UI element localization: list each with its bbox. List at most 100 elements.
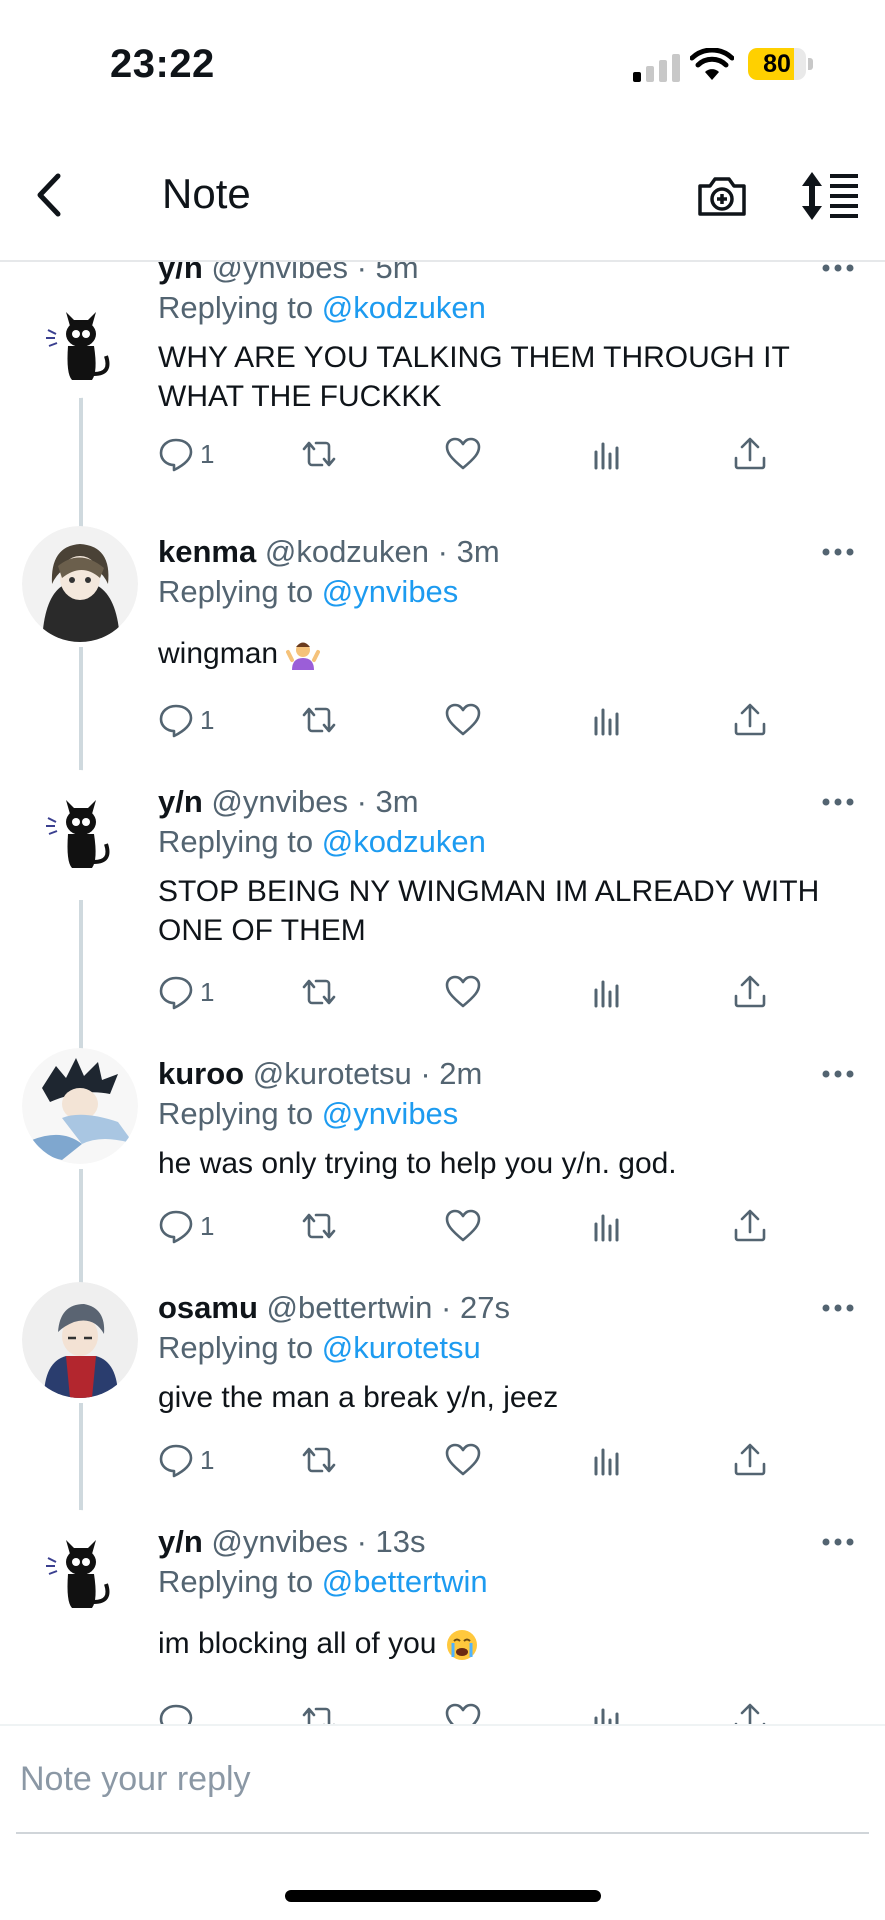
more-options-icon[interactable] [821, 1068, 855, 1080]
reply-icon [159, 438, 193, 472]
tweet[interactable]: osamu @bettertwin · 27s Replying to @kur… [0, 1268, 885, 1522]
tweet-text: wingman [158, 634, 858, 673]
views-button[interactable] [589, 1206, 625, 1246]
display-name[interactable]: kenma [158, 534, 256, 569]
retweet-button[interactable] [301, 1440, 337, 1480]
like-button[interactable] [445, 700, 481, 740]
share-icon [734, 975, 766, 1008]
retweet-button[interactable] [301, 972, 337, 1012]
bar-chart-icon [594, 1448, 619, 1476]
share-icon [734, 437, 766, 470]
retweet-button[interactable] [301, 1700, 337, 1724]
tweet[interactable]: y/n @ynvibes · 13s Replying to @bettertw… [0, 1502, 885, 1724]
more-options-icon[interactable] [821, 546, 855, 558]
tweet[interactable]: y/n @ynvibes · 3m Replying to @kodzuken … [0, 762, 885, 1054]
handle-time: @kurotetsu · 2m [252, 1056, 483, 1091]
handle-time: @ynvibes · 13s [211, 1524, 426, 1559]
views-button[interactable] [589, 700, 625, 740]
heart-icon [445, 437, 481, 470]
reply-button[interactable]: 1 [158, 700, 214, 740]
views-button[interactable] [589, 1700, 625, 1724]
share-button[interactable] [732, 700, 768, 740]
more-options-icon[interactable] [821, 262, 855, 274]
black-cat-avatar[interactable] [22, 1510, 138, 1626]
reply-to-link[interactable]: @bettertwin [322, 1564, 488, 1599]
more-options-icon[interactable] [821, 1536, 855, 1548]
tweet-text: STOP BEING NY WINGMAN IM ALREADY WITH ON… [158, 875, 820, 947]
home-indicator[interactable] [285, 1890, 601, 1902]
handle-time: @ynvibes · 3m [211, 784, 419, 819]
black-cat-avatar[interactable] [22, 282, 138, 398]
like-button[interactable] [445, 1700, 481, 1724]
share-button[interactable] [732, 1700, 768, 1724]
reply-count: 1 [200, 1444, 215, 1475]
share-button[interactable] [732, 434, 768, 474]
retweet-button[interactable] [301, 700, 337, 740]
tweet-text: im blocking all of you [158, 1624, 858, 1663]
like-button[interactable] [445, 972, 481, 1012]
tweet[interactable]: kenma @kodzuken · 3m Replying to @ynvibe… [0, 512, 885, 782]
tweet-actions: 1 [158, 1440, 798, 1480]
retweet-icon [302, 707, 336, 733]
tweet-actions [158, 1700, 798, 1724]
reply-input-placeholder[interactable]: Note your reply [20, 1760, 251, 1799]
black-cat-avatar[interactable] [22, 770, 138, 886]
like-button[interactable] [445, 1206, 481, 1246]
display-name[interactable]: y/n [158, 784, 203, 819]
retweet-button[interactable] [301, 434, 337, 474]
clock: 23:22 [110, 42, 215, 86]
reply-to-link[interactable]: @kodzuken [322, 290, 486, 325]
camera-plus-icon[interactable] [696, 170, 748, 222]
views-button[interactable] [589, 972, 625, 1012]
osamu-avatar[interactable] [22, 1282, 138, 1398]
reply-icon [159, 704, 193, 738]
reply-icon [159, 1444, 193, 1478]
cellular-signal-icon [633, 52, 681, 82]
share-icon [734, 1443, 766, 1476]
display-name[interactable]: kuroo [158, 1056, 244, 1091]
views-button[interactable] [589, 434, 625, 474]
bar-chart-icon [594, 442, 619, 470]
sort-order-icon[interactable] [800, 170, 860, 222]
like-button[interactable] [445, 1440, 481, 1480]
reply-count: 1 [200, 704, 215, 735]
share-button[interactable] [732, 972, 768, 1012]
retweet-icon [302, 1707, 335, 1724]
kenma-avatar[interactable] [22, 526, 138, 642]
retweet-icon [302, 1213, 336, 1239]
tweet[interactable]: kuroo @kurotetsu · 2m Replying to @ynvib… [0, 1034, 885, 1288]
heart-icon [445, 975, 481, 1008]
kuroo-avatar[interactable] [22, 1048, 138, 1164]
status-bar: 23:22 80 [0, 0, 885, 130]
tweet[interactable]: y/n @ynvibes · 5m Replying to @kodzuken … [0, 262, 885, 532]
tweet-actions: 1 [158, 1206, 798, 1246]
reply-button[interactable]: 1 [158, 434, 214, 474]
reply-button[interactable]: 1 [158, 972, 214, 1012]
views-button[interactable] [589, 1440, 625, 1480]
like-button[interactable] [445, 434, 481, 474]
back-arrow-icon[interactable] [30, 170, 70, 220]
bar-chart-icon [594, 708, 619, 736]
display-name[interactable]: y/n [158, 1524, 203, 1559]
retweet-button[interactable] [301, 1206, 337, 1246]
display-name[interactable]: osamu [158, 1290, 258, 1325]
tweet-actions: 1 [158, 700, 798, 740]
reply-to-link[interactable]: @ynvibes [322, 574, 459, 609]
reply-button[interactable]: 1 [158, 1206, 214, 1246]
share-icon [734, 703, 766, 736]
reply-button[interactable]: 1 [158, 1440, 214, 1480]
reply-to-link[interactable]: @ynvibes [322, 1096, 459, 1131]
more-options-icon[interactable] [821, 796, 855, 808]
person-shrugging-emoji-icon [286, 642, 321, 671]
reply-button[interactable] [158, 1700, 194, 1724]
reply-thread: y/n @ynvibes · 5m Replying to @kodzuken … [0, 262, 885, 1724]
reply-to-link[interactable]: @kodzuken [322, 824, 486, 859]
loudly-crying-face-emoji-icon [446, 1630, 477, 1661]
more-options-icon[interactable] [821, 1302, 855, 1314]
reply-composer[interactable]: Note your reply [0, 1724, 885, 1836]
display-name[interactable]: y/n [158, 262, 203, 285]
share-button[interactable] [732, 1440, 768, 1480]
heart-icon [445, 1443, 481, 1476]
reply-to-link[interactable]: @kurotetsu [322, 1330, 481, 1365]
share-button[interactable] [732, 1206, 768, 1246]
